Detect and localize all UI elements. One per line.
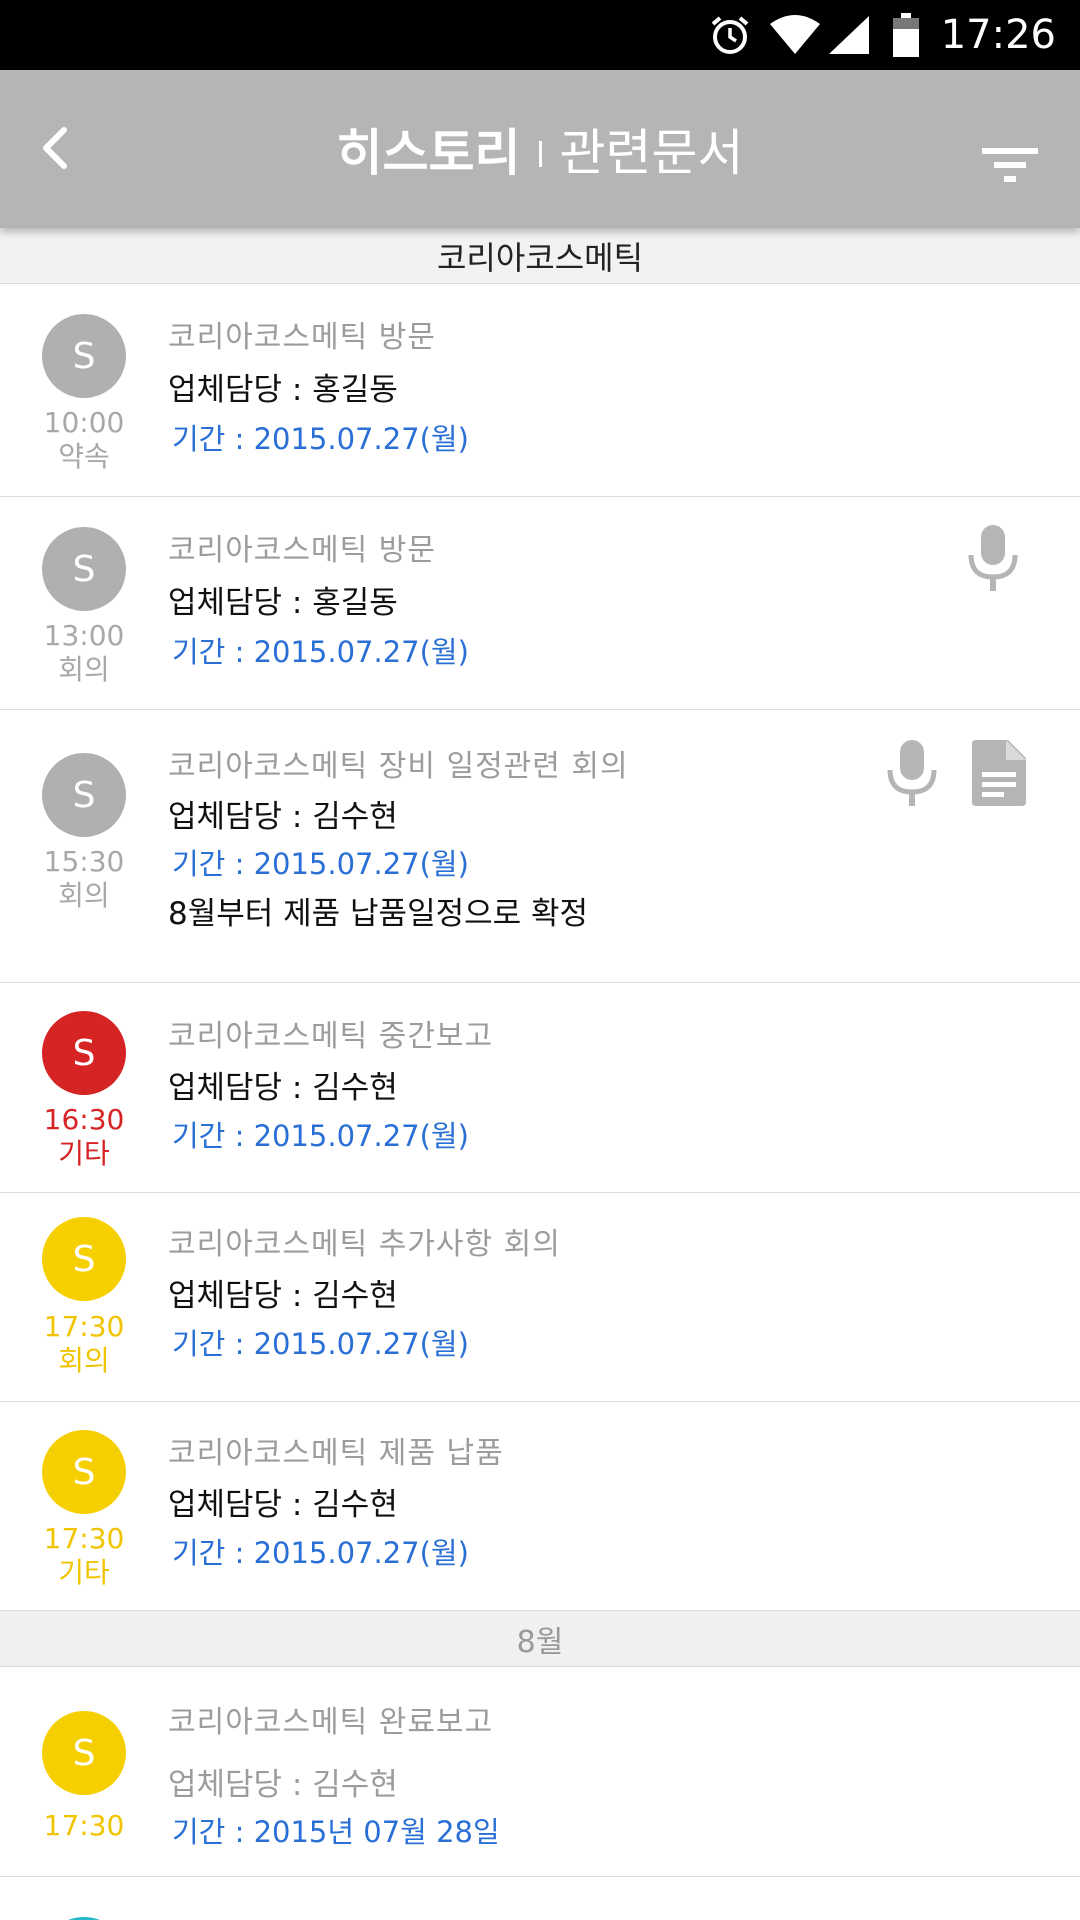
item-period: 기간 : 2015.07.27(월) <box>172 1536 469 1570</box>
filter-button[interactable] <box>980 140 1040 190</box>
list-item[interactable]: S 17:30 코리아코스메틱 완료보고 업체담당 : 김수현 기간 : 201… <box>0 1667 1080 1877</box>
list-item[interactable]: S 13:00 회의 코리아코스메틱 방문 업체담당 : 홍길동 기간 : 20… <box>0 497 1080 710</box>
history-list: S 10:00 약속 코리아코스메틱 방문 업체담당 : 홍길동 기간 : 20… <box>0 284 1080 1920</box>
app-bar: 히스토리 관련문서 <box>0 70 1080 228</box>
document-icon[interactable] <box>970 738 1028 812</box>
wifi-icon <box>769 14 821 56</box>
item-title: 코리아코스메틱 장비 일정관련 회의 <box>168 749 629 784</box>
title-divider <box>538 141 542 167</box>
item-title: 코리아코스메틱 제품 납품 <box>168 1436 504 1471</box>
event-time: 10:00 약속 <box>20 406 148 474</box>
event-time: 13:00 회의 <box>20 619 148 687</box>
item-period: 기간 : 2015.07.27(월) <box>172 422 469 456</box>
avatar: S <box>42 1430 126 1514</box>
item-title: 코리아코스메틱 중간보고 <box>168 1019 494 1054</box>
item-manager: 업체담당 : 김수현 <box>168 1767 398 1803</box>
alarm-icon <box>709 14 751 56</box>
avatar: S <box>42 314 126 398</box>
event-time: 15:30 회의 <box>20 845 148 913</box>
item-manager: 업체담당 : 김수현 <box>168 1487 398 1523</box>
time-label: 17:30 <box>43 1809 125 1842</box>
event-time: 17:30 기타 <box>20 1522 148 1590</box>
type-label: 회의 <box>58 879 110 912</box>
time-label: 17:30 <box>43 1310 125 1343</box>
avatar: S <box>42 1011 126 1095</box>
avatar: S <box>42 1217 126 1301</box>
list-item[interactable]: S 17:30 회의 코리아코스메틱 추가사항 회의 업체담당 : 김수현 기간… <box>0 1193 1080 1402</box>
tab-related-documents[interactable]: 관련문서 <box>560 113 744 185</box>
event-time: 17:30 회의 <box>20 1310 148 1378</box>
event-time: 16:30 기타 <box>20 1103 148 1171</box>
list-item[interactable]: S 17:30 기타 코리아코스메틱 제품 납품 업체담당 : 김수현 기간 :… <box>0 1402 1080 1611</box>
type-label: 약속 <box>58 440 110 473</box>
battery-icon <box>892 13 919 57</box>
item-note: 8월부터 제품 납품일정으로 확정 <box>168 896 589 932</box>
time-label: 10:00 <box>43 406 125 439</box>
company-section-header: 코리아코스메틱 <box>0 228 1080 284</box>
avatar: S <box>42 527 126 611</box>
type-label: 기타 <box>58 1556 110 1589</box>
item-period: 기간 : 2015년 07월 28일 <box>172 1815 500 1849</box>
signal-icon <box>827 14 871 56</box>
item-period: 기간 : 2015.07.27(월) <box>172 1327 469 1361</box>
microphone-icon[interactable] <box>966 523 1020 597</box>
list-item[interactable]: S 10:00 약속 코리아코스메틱 방문 업체담당 : 홍길동 기간 : 20… <box>0 284 1080 497</box>
time-label: 16:30 <box>43 1103 125 1136</box>
item-manager: 업체담당 : 김수현 <box>168 799 398 835</box>
type-label: 기타 <box>58 1137 110 1170</box>
item-title: 코리아코스메틱 완료보고 <box>168 1705 494 1740</box>
item-title: 코리아코스메틱 방문 <box>168 320 436 355</box>
item-manager: 업체담당 : 홍길동 <box>168 372 398 408</box>
page-title: 히스토리 <box>336 124 521 182</box>
list-item[interactable]: S 15:30 회의 코리아코스메틱 장비 일정관련 회의 업체담당 : 김수현… <box>0 710 1080 983</box>
item-period: 기간 : 2015.07.27(월) <box>172 847 469 881</box>
item-period: 기간 : 2015.07.27(월) <box>172 635 469 669</box>
type-label: 회의 <box>58 653 110 686</box>
avatar: S <box>42 1711 126 1795</box>
list-item[interactable]: S 16:30 기타 코리아코스메틱 중간보고 업체담당 : 김수현 기간 : … <box>0 983 1080 1193</box>
item-manager: 업체담당 : 김수현 <box>168 1070 398 1106</box>
time-label: 15:30 <box>43 845 125 878</box>
type-label: 회의 <box>58 1344 110 1377</box>
avatar: S <box>42 753 126 837</box>
list-item-partial[interactable] <box>0 1877 1080 1920</box>
status-bar: 17:26 <box>0 0 1080 70</box>
microphone-icon[interactable] <box>885 738 939 812</box>
filter-icon <box>980 148 1040 194</box>
item-title: 코리아코스메틱 방문 <box>168 533 436 568</box>
time-label: 13:00 <box>43 619 125 652</box>
item-period: 기간 : 2015.07.27(월) <box>172 1119 469 1153</box>
event-time: 17:30 <box>20 1809 148 1843</box>
time-label: 17:30 <box>43 1522 125 1555</box>
item-manager: 업체담당 : 김수현 <box>168 1278 398 1314</box>
item-title: 코리아코스메틱 추가사항 회의 <box>168 1227 561 1262</box>
clock-time: 17:26 <box>940 12 1056 58</box>
item-manager: 업체담당 : 홍길동 <box>168 585 398 621</box>
month-section-header: 8월 <box>0 1611 1080 1667</box>
